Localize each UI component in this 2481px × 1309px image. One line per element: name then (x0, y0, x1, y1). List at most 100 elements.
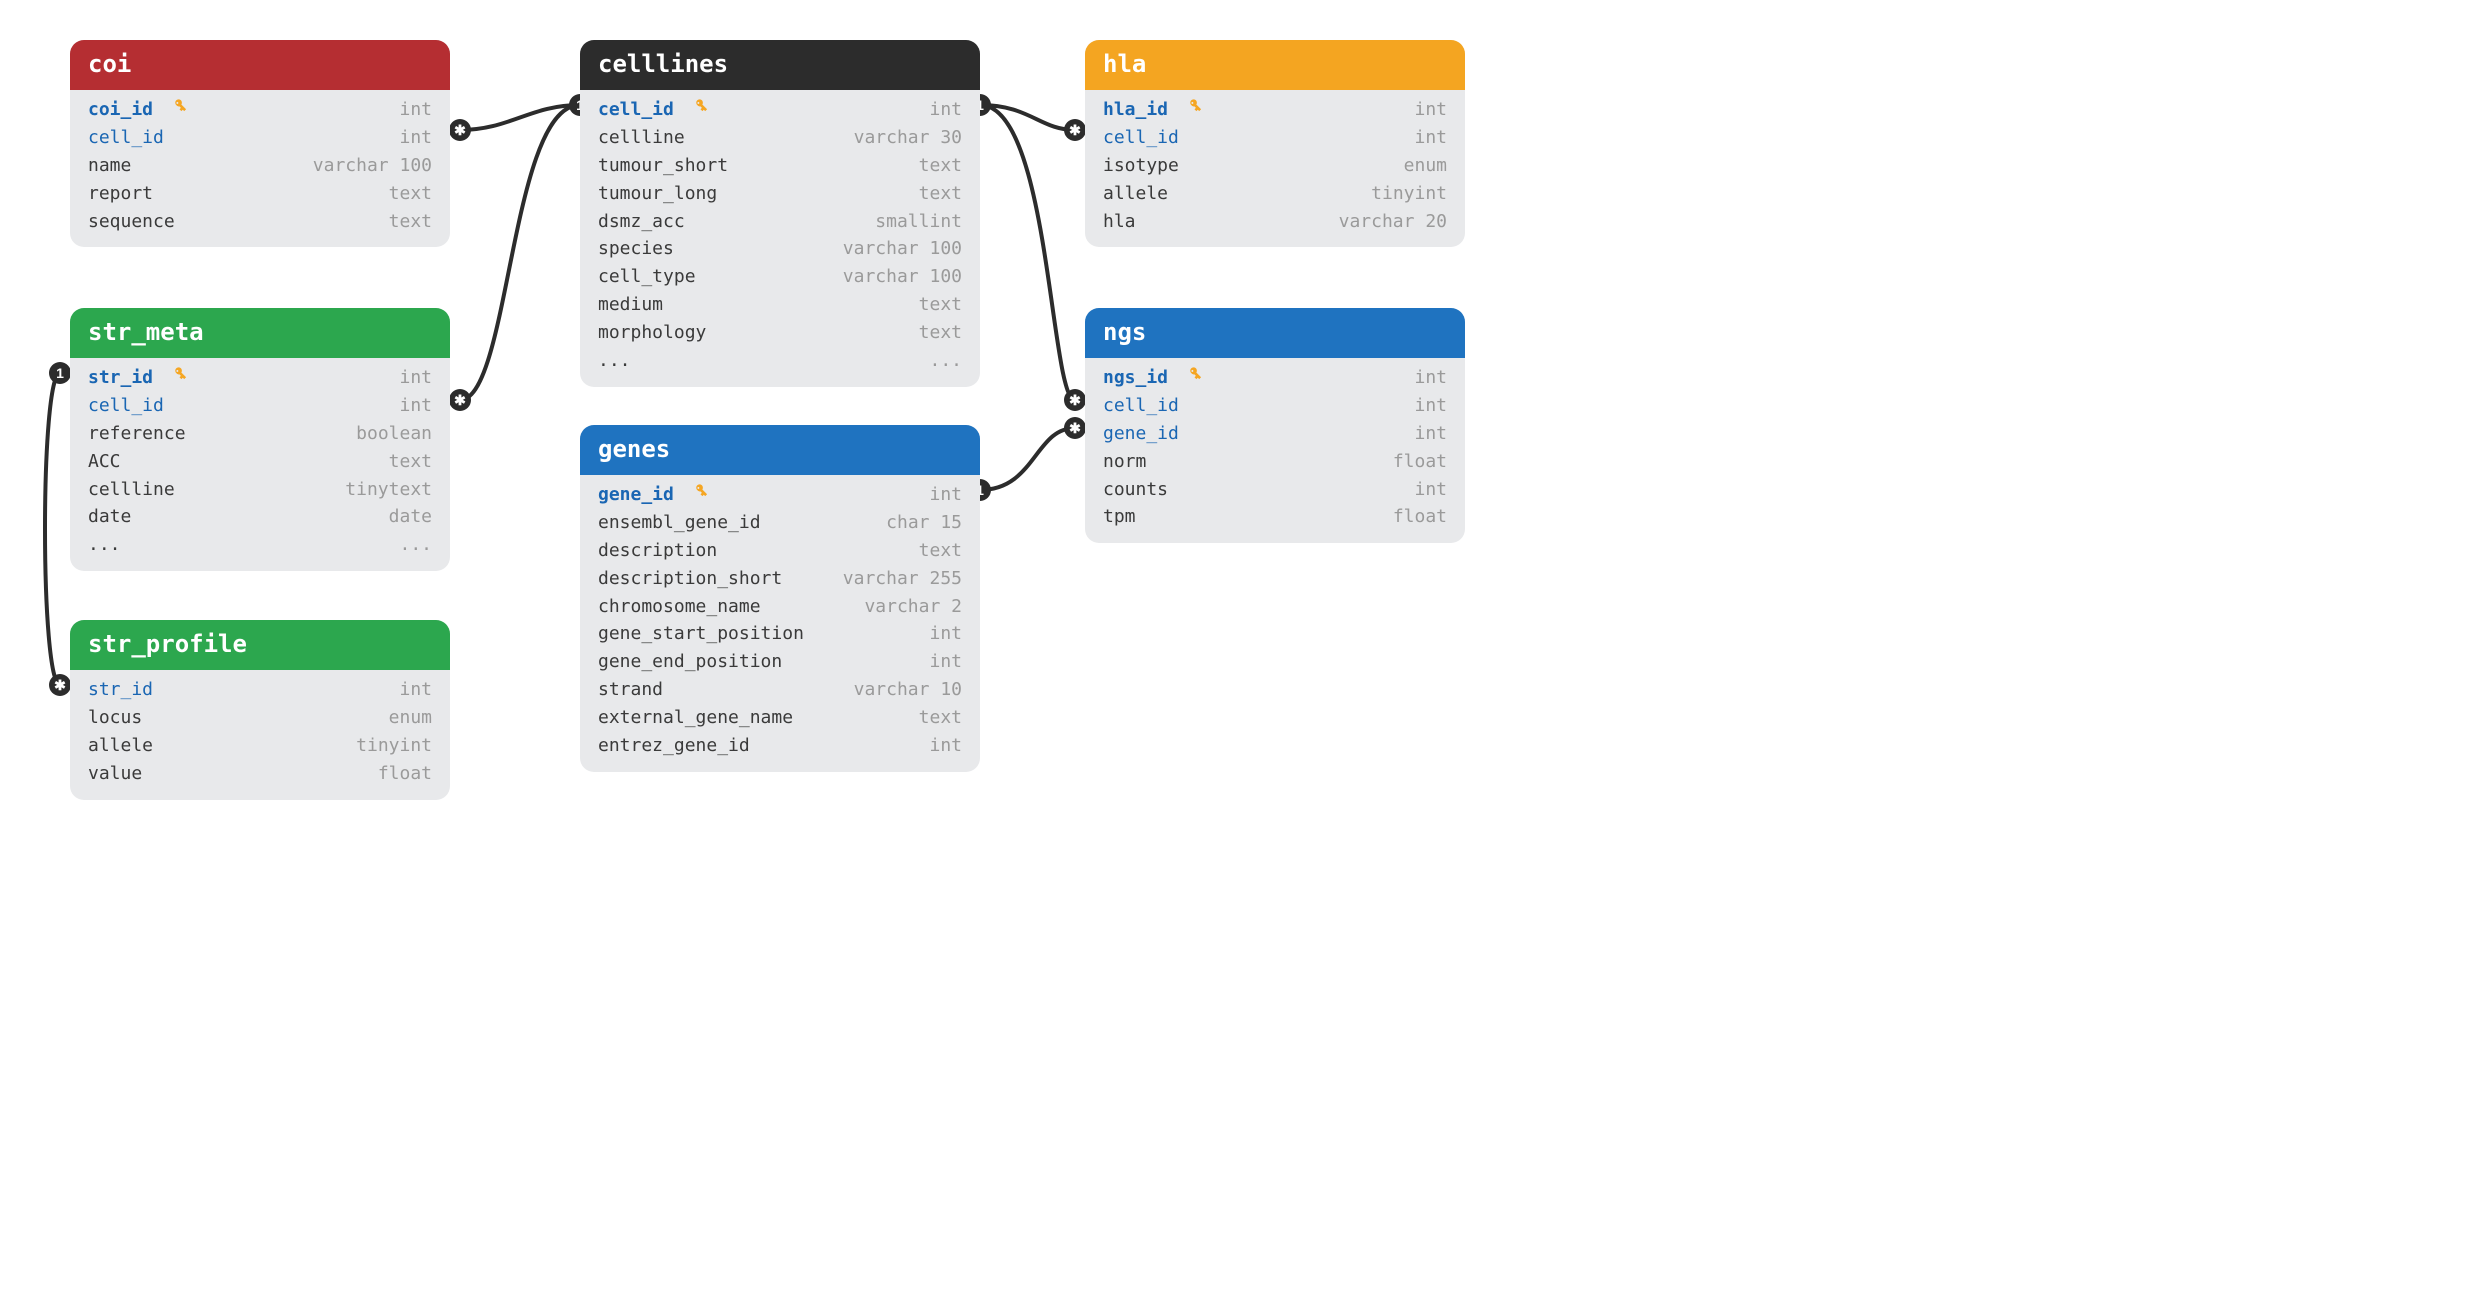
field-type: float (1393, 503, 1447, 531)
table-body: hla_id intcell_idintisotypeenumalleletin… (1085, 90, 1465, 247)
field-name: counts (1103, 476, 1168, 504)
table-body: coi_id intcell_idintnamevarchar 100repor… (70, 90, 450, 247)
field-name: cell_id (88, 124, 164, 152)
field-type: boolean (356, 420, 432, 448)
field-name: report (88, 180, 153, 208)
field-row: ...... (598, 347, 962, 375)
field-row: cell_idint (88, 392, 432, 420)
field-row: alleletinyint (88, 732, 432, 760)
field-type: text (919, 319, 962, 347)
field-type: char 15 (886, 509, 962, 537)
field-name: cell_id (1103, 392, 1179, 420)
field-row: dsmz_accsmallint (598, 208, 962, 236)
field-type: int (1414, 476, 1447, 504)
field-name: allele (88, 732, 153, 760)
field-name: reference (88, 420, 186, 448)
field-type: text (919, 152, 962, 180)
field-row: datedate (88, 503, 432, 531)
field-row: hlavarchar 20 (1103, 208, 1447, 236)
field-row: str_idint (88, 676, 432, 704)
field-type: tinytext (345, 476, 432, 504)
table-str-profile: str_profilestr_idintlocusenumalleletinyi… (70, 620, 450, 800)
key-icon (162, 361, 193, 392)
field-row: report text (88, 180, 432, 208)
field-type: int (929, 620, 962, 648)
key-icon (683, 93, 714, 124)
field-name: external_gene_name (598, 704, 793, 732)
field-type: int (929, 96, 962, 124)
field-type: int (929, 481, 962, 509)
field-row: speciesvarchar 100 (598, 235, 962, 263)
field-name: coi_id (88, 96, 184, 124)
field-type: text (919, 704, 962, 732)
field-name: gene_id (598, 481, 705, 509)
field-row: entrez_gene_idint (598, 732, 962, 760)
field-row: cellline tinytext (88, 476, 432, 504)
field-name: value (88, 760, 142, 788)
field-type: text (919, 537, 962, 565)
field-row: cell_idint (1103, 124, 1447, 152)
field-name: cellline (88, 476, 175, 504)
field-name: gene_id (1103, 420, 1179, 448)
field-name: gene_end_position (598, 648, 782, 676)
field-row: alleletinyint (1103, 180, 1447, 208)
field-row: cell_idint (1103, 392, 1447, 420)
field-row: name varchar 100 (88, 152, 432, 180)
field-name: cell_id (1103, 124, 1179, 152)
field-type: int (1414, 96, 1447, 124)
table-body: str_id intcell_idintreferencebooleanACCt… (70, 358, 450, 571)
field-name: ... (88, 531, 121, 559)
endpoint-many: ✱ (1064, 417, 1086, 439)
field-row: tumour_shorttext (598, 152, 962, 180)
table-header: genes (580, 425, 980, 475)
table-coi: coicoi_id intcell_idintnamevarchar 100re… (70, 40, 450, 247)
field-type: enum (1404, 152, 1447, 180)
field-name: chromosome_name (598, 593, 761, 621)
table-body: ngs_id intcell_idintgene_idintnormfloatc… (1085, 358, 1465, 543)
table-hla: hlahla_id intcell_idintisotypeenumallele… (1085, 40, 1465, 247)
field-name: cellline (598, 124, 685, 152)
field-type: int (399, 364, 432, 392)
field-name: sequence (88, 208, 175, 236)
field-row: ensembl_gene_idchar 15 (598, 509, 962, 537)
table-body: cell_id intcelllinevarchar 30tumour_shor… (580, 90, 980, 387)
field-type: int (1414, 420, 1447, 448)
field-type: smallint (875, 208, 962, 236)
field-type: int (929, 732, 962, 760)
field-type: text (389, 180, 432, 208)
field-type: int (399, 96, 432, 124)
field-type: varchar 100 (313, 152, 432, 180)
field-row: coi_id int (88, 96, 432, 124)
field-type: int (1414, 364, 1447, 392)
erd-canvas: 1 ✱ ✱ 1 ✱ ✱ 1 ✱ 1 ✱ coicoi_id intcell_id… (30, 30, 1530, 830)
field-type: text (389, 208, 432, 236)
field-type: text (389, 448, 432, 476)
field-row: ACCtext (88, 448, 432, 476)
table-genes: genesgene_id intensembl_gene_idchar 15de… (580, 425, 980, 772)
field-row: sequence text (88, 208, 432, 236)
key-icon (683, 478, 714, 509)
table-header: celllines (580, 40, 980, 90)
field-row: cell_typevarchar 100 (598, 263, 962, 291)
field-type: enum (389, 704, 432, 732)
field-name: norm (1103, 448, 1146, 476)
field-type: int (399, 392, 432, 420)
field-row: hla_id int (1103, 96, 1447, 124)
field-type: ... (399, 531, 432, 559)
field-row: tumour_longtext (598, 180, 962, 208)
field-name: cell_type (598, 263, 696, 291)
endpoint-many: ✱ (449, 389, 471, 411)
key-icon (1177, 361, 1208, 392)
field-row: celllinevarchar 30 (598, 124, 962, 152)
field-type: varchar 100 (843, 235, 962, 263)
field-row: ngs_id int (1103, 364, 1447, 392)
field-name: tpm (1103, 503, 1136, 531)
table-ngs: ngsngs_id intcell_idintgene_idintnormflo… (1085, 308, 1465, 543)
field-name: strand (598, 676, 663, 704)
field-row: reference boolean (88, 420, 432, 448)
field-row: gene_id int (1103, 420, 1447, 448)
field-name: ngs_id (1103, 364, 1199, 392)
field-type: int (929, 648, 962, 676)
field-row: external_gene_name text (598, 704, 962, 732)
field-name: name (88, 152, 131, 180)
